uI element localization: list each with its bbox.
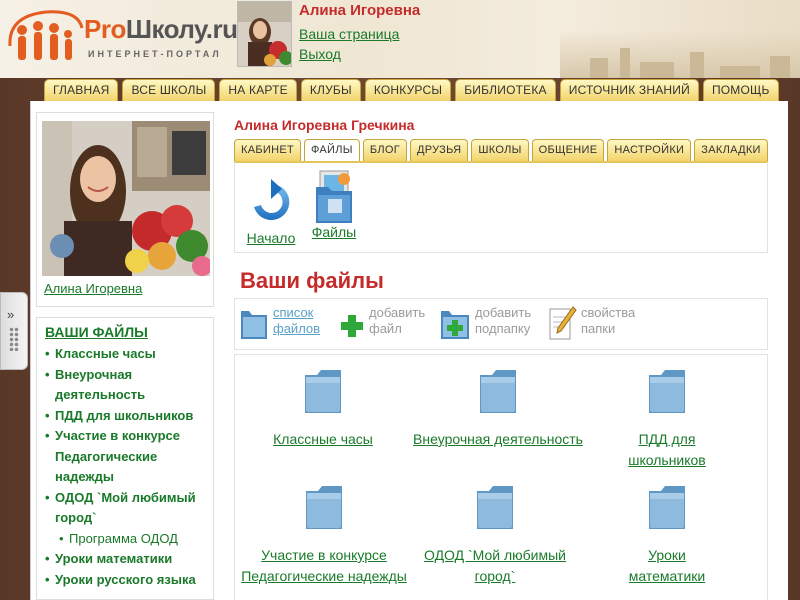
site-logo[interactable]: ProШколу.ru↖ ИНТЕРНЕТ-ПОРТАЛ <box>4 4 249 68</box>
sidebar-folder-item[interactable]: ПДД для школьников <box>45 406 213 427</box>
list-files-label: список файлов <box>273 305 321 336</box>
photo-folder-icon <box>316 170 352 223</box>
profile-photo[interactable] <box>42 121 210 276</box>
add-subfolder-label: добавить подпапку <box>475 305 532 336</box>
tab-bookmarks[interactable]: ЗАКЛАДКИ <box>694 139 768 161</box>
header-skyline-decoration <box>560 30 800 78</box>
files-shortcut-label: Файлы <box>311 224 357 240</box>
nav-tab-library[interactable]: БИБЛИОТЕКА <box>455 79 556 101</box>
folder-label: ОДОД `Мой любимый город` <box>423 547 566 584</box>
home-shortcut[interactable]: Начало <box>246 179 296 246</box>
home-shortcut-label: Начало <box>246 230 296 246</box>
tab-settings[interactable]: НАСТРОЙКИ <box>607 139 692 161</box>
profile-card: Алина Игоревна <box>36 112 214 307</box>
folder-item[interactable]: ПДД для школьников <box>599 367 735 471</box>
document-pencil-icon <box>549 306 577 340</box>
folder-label: Внеурочная деятельность <box>413 431 583 447</box>
sidebar-toggle-handle[interactable]: » <box>0 292 28 370</box>
folder-grid: Классные часы Внеурочная деятельность ПДД … <box>234 354 768 600</box>
nav-tab-help[interactable]: ПОМОЩЬ <box>702 79 779 101</box>
list-files-button[interactable]: список файлов <box>239 305 320 341</box>
user-photo-image <box>238 2 291 66</box>
sidebar-folder-item[interactable]: Уроки русского языка <box>45 570 213 591</box>
folder-item[interactable]: Внеурочная деятельность <box>413 367 583 450</box>
add-file-label: добавить файл <box>369 305 426 336</box>
folder-icon <box>649 486 685 529</box>
folder-label: Классные часы <box>273 431 373 447</box>
files-toolbar: список файлов добавить файл добавить подпап… <box>234 298 768 350</box>
folder-item[interactable]: Участие в конкурсе Педагогические надежды <box>241 483 407 587</box>
grip-dots-icon <box>9 327 19 351</box>
nav-tab-map[interactable]: НА КАРТЕ <box>219 79 297 101</box>
page-owner-title: Алина Игоревна Гречкина <box>234 117 415 133</box>
people-logo-icon <box>8 10 84 60</box>
sidebar-folder-item[interactable]: Внеурочная деятельность <box>45 365 213 406</box>
logo-subtitle: ИНТЕРНЕТ-ПОРТАЛ <box>88 49 222 59</box>
folder-icon <box>477 486 513 529</box>
nav-tab-knowledge-source[interactable]: ИСТОЧНИК ЗНАНИЙ <box>559 79 699 101</box>
folder-icon <box>480 370 516 413</box>
folder-label: ПДД для школьников <box>628 431 706 468</box>
double-chevron-right-icon: » <box>7 307 15 322</box>
plus-icon <box>341 315 363 337</box>
sidebar-folder-item[interactable]: ОДОД `Мой любимый город` <box>45 488 213 529</box>
tab-files[interactable]: ФАЙЛЫ <box>303 139 360 161</box>
sidebar-folder-item[interactable]: Уроки математики <box>45 549 213 570</box>
folder-icon <box>305 370 341 413</box>
nav-tab-all-schools[interactable]: ВСЕ ШКОЛЫ <box>122 79 216 101</box>
folder-item[interactable]: Уроки математики <box>611 483 723 587</box>
folder-item[interactable]: Классные часы <box>273 367 373 450</box>
your-page-link[interactable]: Ваша страница <box>299 26 399 42</box>
user-name: Алина Игоревна <box>299 2 421 19</box>
section-title: Ваши файлы <box>240 268 384 293</box>
tab-communication[interactable]: ОБЩЕНИЕ <box>531 139 605 161</box>
profile-tabs: КАБИНЕТ ФАЙЛЫ БЛОГ ДРУЗЬЯ ШКОЛЫ ОБЩЕНИЕ … <box>234 139 768 161</box>
nav-tab-home[interactable]: ГЛАВНАЯ <box>44 79 119 101</box>
tab-schools[interactable]: ШКОЛЫ <box>471 139 529 161</box>
logout-link[interactable]: Выход <box>299 46 341 62</box>
files-shortcut[interactable]: Файлы <box>311 169 357 240</box>
logo-title: ProШколу.ru↖ <box>84 14 249 44</box>
folder-item[interactable]: ОДОД `Мой любимый город` <box>423 483 567 587</box>
tab-cabinet[interactable]: КАБИНЕТ <box>234 139 301 161</box>
sidebar-folder-item[interactable]: Участие в конкурсе Педагогические надежд… <box>45 426 213 488</box>
files-quick-icons: Начало Файлы <box>234 161 768 253</box>
refresh-arrow-icon <box>254 179 290 220</box>
user-avatar[interactable] <box>237 1 292 67</box>
add-subfolder-button[interactable]: добавить подпапку <box>439 305 531 341</box>
sidebar-subitem[interactable]: Программа ОДОД <box>45 529 213 550</box>
nav-tab-clubs[interactable]: КЛУБЫ <box>300 79 361 101</box>
folder-properties-label: свойства папки <box>581 305 636 336</box>
folder-icon <box>241 311 267 339</box>
folder-icon <box>649 370 685 413</box>
folder-plus-icon <box>441 311 469 339</box>
files-sidebar-menu: ВАШИ ФАЙЛЫ Классные часыВнеурочная деяте… <box>36 317 214 600</box>
main-navigation: ГЛАВНАЯ ВСЕ ШКОЛЫ НА КАРТЕ КЛУБЫ КОНКУРС… <box>44 79 779 101</box>
add-file-button[interactable]: добавить файл <box>339 305 425 341</box>
folder-label: Уроки математики <box>628 547 706 584</box>
profile-photo-image <box>42 121 210 276</box>
profile-name-link[interactable]: Алина Игоревна <box>44 281 142 296</box>
tab-blog[interactable]: БЛОГ <box>362 139 407 161</box>
files-menu-title[interactable]: ВАШИ ФАЙЛЫ <box>45 324 213 340</box>
folder-label: Участие в конкурсе Педагогические надежды <box>241 547 407 584</box>
sidebar-folder-item[interactable]: Классные часы <box>45 344 213 365</box>
folder-properties-button[interactable]: свойства папки <box>547 305 635 343</box>
tab-friends[interactable]: ДРУЗЬЯ <box>409 139 469 161</box>
nav-tab-contests[interactable]: КОНКУРСЫ <box>364 79 452 101</box>
folder-icon <box>306 486 342 529</box>
